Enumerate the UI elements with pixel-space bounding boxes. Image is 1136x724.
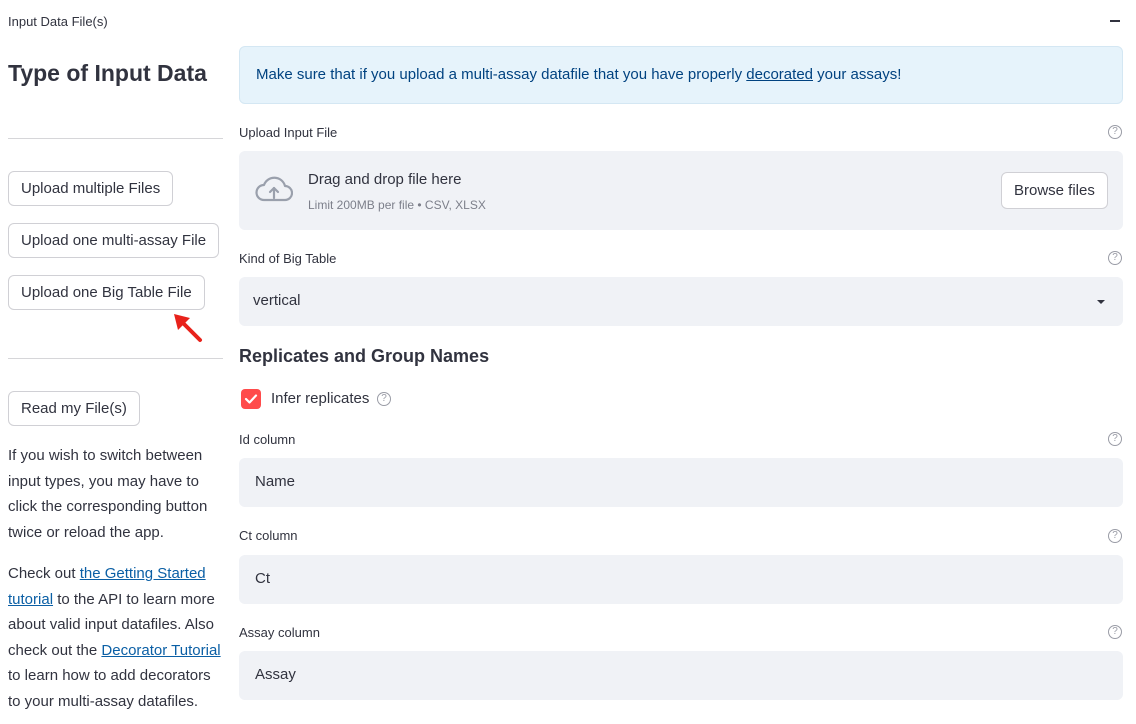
id-column-input[interactable]: Name	[239, 458, 1123, 507]
switch-input-note: If you wish to switch between input type…	[8, 447, 208, 541]
info-alert-text: Make sure that if you upload a multi-ass…	[256, 66, 902, 83]
browse-files-button[interactable]: Browse files	[1001, 172, 1108, 209]
tutorial-note: Check out the Getting Started tutorial t…	[8, 565, 221, 710]
help-icon[interactable]: ?	[1108, 625, 1122, 639]
upload-multiple-files-button[interactable]: Upload multiple Files	[8, 171, 174, 206]
info-alert: Make sure that if you upload a multi-ass…	[239, 46, 1123, 104]
checkmark-icon	[244, 394, 258, 404]
divider	[8, 138, 223, 139]
expander-title: Input Data File(s)	[8, 14, 108, 29]
divider	[8, 358, 223, 359]
assay-column-value: Assay	[255, 666, 296, 683]
id-column-value: Name	[255, 473, 296, 490]
assay-column-label: Assay column	[239, 625, 320, 640]
help-icon[interactable]: ?	[1108, 125, 1122, 139]
ct-column-value: Ct	[255, 570, 270, 587]
dropzone-title: Drag and drop file here	[308, 171, 462, 188]
infer-replicates-label[interactable]: Infer replicates	[271, 390, 369, 407]
help-icon[interactable]: ?	[377, 392, 391, 406]
kind-of-big-table-label: Kind of Big Table	[239, 251, 337, 266]
page-title: Type of Input Data	[8, 60, 207, 86]
decorated-link[interactable]: decorated	[746, 66, 813, 83]
upload-big-table-file-button[interactable]: Upload one Big Table File	[8, 275, 205, 310]
dropzone-limit-text: Limit 200MB per file • CSV, XLSX	[308, 198, 486, 212]
assay-column-input[interactable]: Assay	[239, 651, 1123, 700]
help-icon[interactable]: ?	[1108, 529, 1122, 543]
red-arrow-annotation-icon	[174, 314, 202, 342]
ct-column-label: Ct column	[239, 528, 298, 543]
collapse-icon[interactable]	[1110, 20, 1120, 22]
help-icon[interactable]: ?	[1108, 432, 1122, 446]
cloud-upload-icon	[255, 176, 293, 202]
read-files-button[interactable]: Read my File(s)	[8, 391, 140, 426]
upload-multi-assay-file-button[interactable]: Upload one multi-assay File	[8, 223, 220, 258]
expander-header[interactable]: Input Data File(s)	[0, 0, 1136, 42]
id-column-label: Id column	[239, 432, 296, 447]
infer-replicates-checkbox[interactable]	[241, 389, 261, 409]
file-dropzone[interactable]: Drag and drop file here Limit 200MB per …	[239, 151, 1123, 230]
upload-input-file-label: Upload Input File	[239, 125, 338, 140]
kind-of-big-table-select[interactable]: vertical	[239, 277, 1123, 326]
ct-column-input[interactable]: Ct	[239, 555, 1123, 604]
select-value: vertical	[253, 292, 301, 309]
chevron-down-icon	[1097, 300, 1105, 304]
replicates-heading: Replicates and Group Names	[239, 346, 490, 366]
help-icon[interactable]: ?	[1108, 251, 1122, 265]
decorator-tutorial-link[interactable]: Decorator Tutorial	[101, 642, 220, 659]
